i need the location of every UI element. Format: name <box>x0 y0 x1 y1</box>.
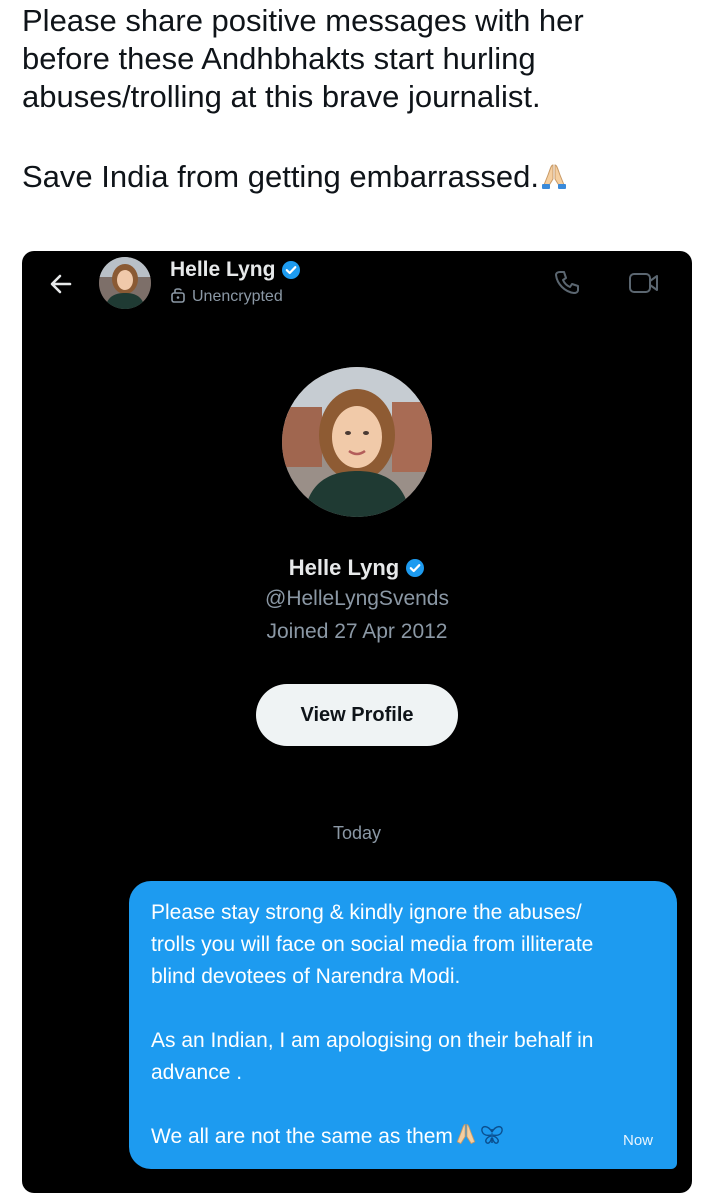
message-line: advance . <box>151 1061 243 1084</box>
message-bubble[interactable]: Please stay strong & kindly ignore the a… <box>129 881 677 1169</box>
folded-hands-icon <box>539 161 569 200</box>
verified-badge-icon <box>405 558 425 578</box>
lock-icon <box>170 286 186 308</box>
profile-name-text: Helle Lyng <box>288 555 400 580</box>
post-line-text: Save India from getting embarrassed. <box>22 159 539 194</box>
profile-joined-date: Joined 27 Apr 2012 <box>266 620 448 643</box>
message-line-text: We all are not the same as them <box>151 1125 453 1148</box>
date-separator: Today <box>332 823 382 843</box>
folded-hands-icon <box>453 1121 479 1157</box>
post-line: Please share positive messages with her <box>22 3 584 38</box>
dm-screenshot: Helle Lyng Unencrypted Helle Lyng @Helle… <box>22 251 692 1193</box>
profile-handle: @HelleLyngSvends <box>265 587 449 610</box>
chat-title-text: Helle Lyng <box>170 258 276 281</box>
profile-avatar[interactable] <box>282 367 432 517</box>
post-line: before these Andhbhakts start hurling <box>22 41 536 76</box>
chat-title[interactable]: Helle Lyng <box>170 258 301 282</box>
message-timestamp: Now <box>622 1132 653 1149</box>
message-line: blind devotees of Narendra Modi. <box>151 965 461 988</box>
butterfly-icon <box>479 1123 505 1157</box>
view-profile-button[interactable]: View Profile <box>256 684 458 746</box>
encryption-status: Unencrypted <box>170 286 283 308</box>
message-line: Please stay strong & kindly ignore the a… <box>151 901 582 924</box>
verified-badge-icon <box>281 260 301 280</box>
message-line: As an Indian, I am apologising on their … <box>151 1029 594 1052</box>
message-line: trolls you will face on social media fro… <box>151 933 594 956</box>
post-text: Please share positive messages with her … <box>22 2 692 200</box>
post-line-save-india: Save India from getting embarrassed. <box>22 158 692 200</box>
phone-icon[interactable] <box>554 269 580 295</box>
avatar[interactable] <box>99 257 151 309</box>
video-icon[interactable] <box>628 271 660 295</box>
encryption-status-text: Unencrypted <box>192 288 283 305</box>
back-arrow-icon[interactable] <box>48 271 74 297</box>
post-line: abuses/trolling at this brave journalist… <box>22 79 541 114</box>
profile-name: Helle Lyng <box>22 555 692 581</box>
message-line-last: We all are not the same as them <box>151 1121 655 1157</box>
